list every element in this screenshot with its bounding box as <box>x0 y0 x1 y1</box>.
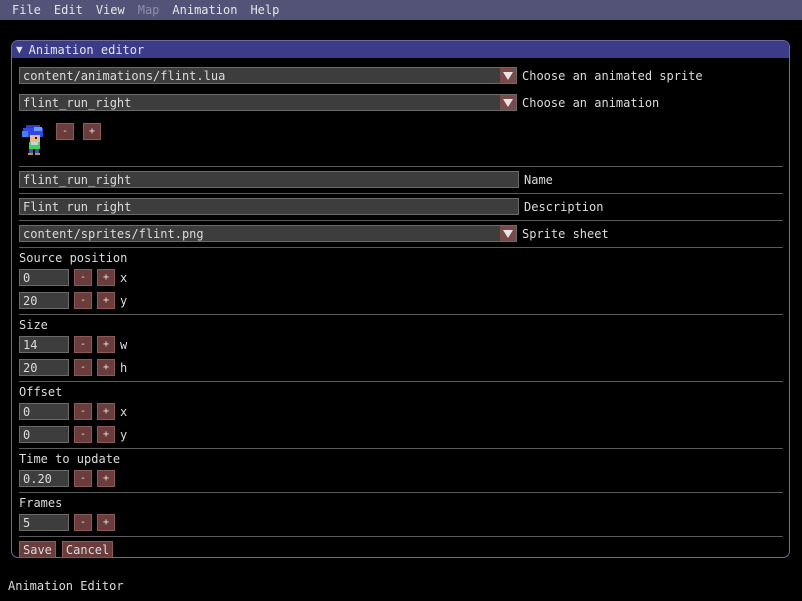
size-h-plus-button[interactable]: + <box>97 359 115 376</box>
sprite-select-row: content/animations/flint.lua Choose an a… <box>19 67 703 84</box>
status-text: Animation Editor <box>8 579 124 593</box>
size-h-row: 20 - + h <box>19 359 127 376</box>
collapse-arrow-icon[interactable]: ▼ <box>16 43 23 56</box>
name-label: Name <box>524 172 553 187</box>
source-position-heading: Source position <box>19 251 128 265</box>
sprite-sheet-select[interactable]: content/sprites/flint.png <box>19 225 517 242</box>
sprite-select-label: Choose an animated sprite <box>522 68 703 83</box>
separator <box>19 220 783 221</box>
sprite-select-dropdown-button[interactable] <box>500 68 516 83</box>
window-title: Animation editor <box>28 42 145 57</box>
separator <box>19 166 783 167</box>
source-x-row: 0 - + x <box>19 269 127 286</box>
source-y-plus-button[interactable]: + <box>97 292 115 309</box>
source-x-minus-button[interactable]: - <box>74 269 92 286</box>
time-plus-button[interactable]: + <box>97 470 115 487</box>
description-input[interactable]: Flint run right <box>19 198 519 215</box>
preview-minus-button[interactable]: - <box>56 123 74 140</box>
animation-select[interactable]: flint_run_right <box>19 94 517 111</box>
size-h-minus-button[interactable]: - <box>74 359 92 376</box>
offset-x-plus-button[interactable]: + <box>97 403 115 420</box>
offset-y-minus-button[interactable]: - <box>74 426 92 443</box>
time-row: 0.20 - + <box>19 470 115 487</box>
animation-select-row: flint_run_right Choose an animation <box>19 94 659 111</box>
menu-file[interactable]: File <box>0 0 47 20</box>
name-row: flint_run_right Name <box>19 171 553 188</box>
separator <box>19 314 783 315</box>
source-y-input[interactable]: 20 <box>19 292 69 309</box>
size-h-label: h <box>120 360 128 375</box>
animation-select-dropdown-button[interactable] <box>500 95 516 110</box>
frames-heading: Frames <box>19 496 63 510</box>
source-y-minus-button[interactable]: - <box>74 292 92 309</box>
sprite-select-value: content/animations/flint.lua <box>23 68 226 83</box>
time-to-update-heading: Time to update <box>19 452 121 466</box>
description-row: Flint run right Description <box>19 198 603 215</box>
frames-minus-button[interactable]: - <box>74 514 92 531</box>
description-label: Description <box>524 199 604 214</box>
size-w-input[interactable]: 14 <box>19 336 69 353</box>
cancel-button[interactable]: Cancel <box>61 541 114 558</box>
offset-y-label: y <box>120 427 128 442</box>
offset-x-row: 0 - + x <box>19 403 127 420</box>
separator <box>19 536 783 537</box>
separator <box>19 193 783 194</box>
offset-y-row: 0 - + y <box>19 426 127 443</box>
preview-plus-button[interactable]: + <box>83 123 101 140</box>
chevron-down-icon <box>503 71 513 80</box>
menu-edit[interactable]: Edit <box>48 0 89 20</box>
menu-bar: File Edit View Map Animation Help <box>0 0 802 20</box>
animation-select-label: Choose an animation <box>522 95 660 110</box>
frames-plus-button[interactable]: + <box>97 514 115 531</box>
offset-x-input[interactable]: 0 <box>19 403 69 420</box>
source-x-plus-button[interactable]: + <box>97 269 115 286</box>
sprite-sheet-label: Sprite sheet <box>522 226 609 241</box>
source-x-label: x <box>120 270 128 285</box>
sprite-select[interactable]: content/animations/flint.lua <box>19 67 517 84</box>
menu-help[interactable]: Help <box>244 0 285 20</box>
sprite-sheet-row: content/sprites/flint.png Sprite sheet <box>19 225 609 242</box>
separator <box>19 247 783 248</box>
menu-map: Map <box>137 3 160 17</box>
menu-view[interactable]: View <box>90 0 131 20</box>
size-w-row: 14 - + w <box>19 336 127 353</box>
source-x-input[interactable]: 0 <box>19 269 69 286</box>
frames-input[interactable]: 5 <box>19 514 69 531</box>
offset-y-input[interactable]: 0 <box>19 426 69 443</box>
source-y-label: y <box>120 293 128 308</box>
size-heading: Size <box>19 318 48 332</box>
name-input[interactable]: flint_run_right <box>19 171 519 188</box>
offset-y-plus-button[interactable]: + <box>97 426 115 443</box>
source-y-row: 20 - + y <box>19 292 127 309</box>
frames-row: 5 - + <box>19 514 115 531</box>
separator <box>19 381 783 382</box>
sprite-sheet-value: content/sprites/flint.png <box>23 226 204 241</box>
window-titlebar[interactable]: ▼ Animation editor <box>12 41 789 58</box>
save-button[interactable]: Save <box>19 541 56 558</box>
chevron-down-icon <box>503 98 513 107</box>
offset-heading: Offset <box>19 385 63 399</box>
chevron-down-icon <box>503 229 513 238</box>
size-w-plus-button[interactable]: + <box>97 336 115 353</box>
separator <box>19 492 783 493</box>
sprite-preview-image <box>22 125 43 155</box>
offset-x-label: x <box>120 404 128 419</box>
size-w-label: w <box>120 337 128 352</box>
time-minus-button[interactable]: - <box>74 470 92 487</box>
size-h-input[interactable]: 20 <box>19 359 69 376</box>
separator <box>19 448 783 449</box>
animation-editor-window: ▼ Animation editor content/animations/fl… <box>11 40 790 558</box>
preview-controls: - + <box>52 123 101 140</box>
action-row: Save Cancel <box>19 541 119 558</box>
time-input[interactable]: 0.20 <box>19 470 69 487</box>
offset-x-minus-button[interactable]: - <box>74 403 92 420</box>
animation-select-value: flint_run_right <box>23 95 132 110</box>
size-w-minus-button[interactable]: - <box>74 336 92 353</box>
menu-animation[interactable]: Animation <box>166 0 243 20</box>
sprite-sheet-dropdown-button[interactable] <box>500 226 516 241</box>
